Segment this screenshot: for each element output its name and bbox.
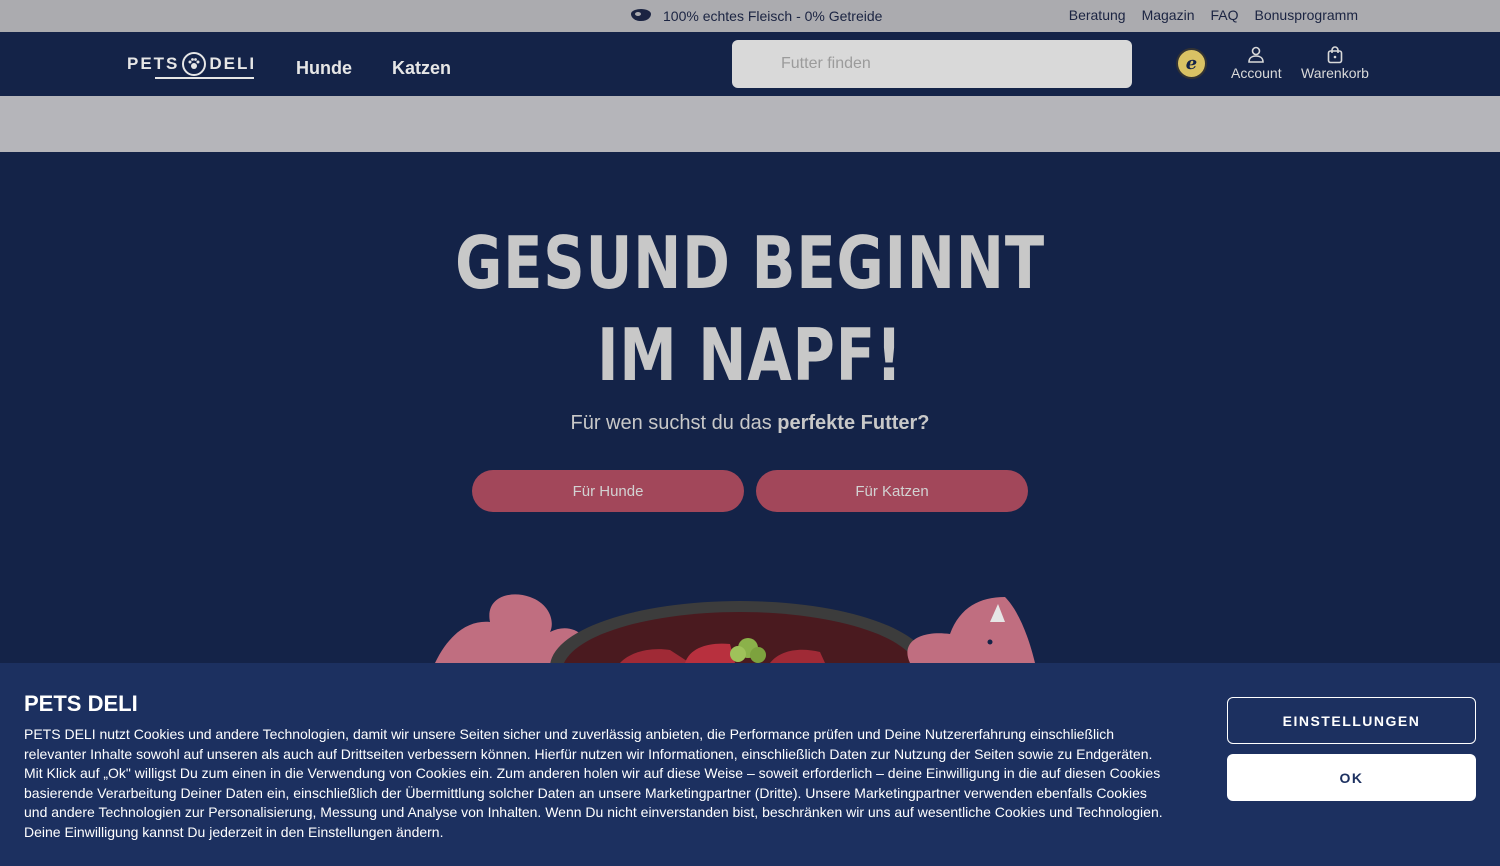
paw-icon — [182, 52, 207, 76]
hero-section: GESUND BEGINNT IM NAPF! Für wen suchst d… — [0, 152, 1500, 663]
subline-regular: Für wen suchst du das — [570, 412, 778, 434]
cookie-settings-button[interactable]: EINSTELLUNGEN — [1227, 697, 1476, 744]
main-nav: Hunde Katzen — [296, 58, 451, 79]
trust-badge-letter: e — [1185, 53, 1198, 74]
link-faq[interactable]: FAQ — [1210, 7, 1238, 23]
nav-hunde[interactable]: Hunde — [296, 58, 352, 79]
cookie-ok-button[interactable]: OK — [1227, 754, 1476, 801]
cart-button[interactable]: Warenkorb — [1301, 46, 1369, 81]
hero-subline: Für wen suchst du das perfekte Futter? — [0, 412, 1500, 435]
shopping-bag-icon — [1327, 46, 1343, 64]
subline-bold: perfekte Futter? — [777, 412, 930, 434]
promo-message: 100% echtes Fleisch - 0% Getreide — [628, 7, 882, 25]
announcement-bar: 100% echtes Fleisch - 0% Getreide Beratu… — [0, 0, 1500, 32]
hero-headline: GESUND BEGINNT IM NAPF! — [150, 217, 1350, 401]
user-icon — [1248, 46, 1265, 63]
food-bowl-illustration — [435, 594, 1035, 663]
nav-katzen[interactable]: Katzen — [392, 58, 451, 79]
promo-text: 100% echtes Fleisch - 0% Getreide — [663, 8, 883, 24]
link-magazin[interactable]: Magazin — [1142, 7, 1195, 23]
for-cats-button[interactable]: Für Katzen — [756, 470, 1028, 512]
account-label: Account — [1231, 65, 1282, 81]
cookie-title: PETS DELI — [24, 691, 138, 716]
logo-text-deli: DELI — [209, 54, 257, 73]
logo-underline — [155, 77, 255, 79]
search-input[interactable] — [732, 40, 1132, 88]
cart-label: Warenkorb — [1301, 65, 1369, 81]
headline-line-2: IM NAPF! — [597, 313, 903, 397]
top-links: Beratung Magazin FAQ Bonusprogramm — [1069, 7, 1358, 23]
cookie-banner: PETS DELI PETS DELI nutzt Cookies und an… — [0, 663, 1500, 866]
cookie-text: PETS DELI nutzt Cookies und andere Techn… — [24, 726, 1163, 840]
headline-line-1: GESUND BEGINNT — [455, 221, 1045, 305]
for-dogs-button[interactable]: Für Hunde — [472, 470, 744, 512]
main-header: PETS DELI Hunde Katzen e Account Warenko… — [0, 32, 1500, 96]
link-bonusprogramm[interactable]: Bonusprogramm — [1255, 7, 1359, 23]
steak-icon — [631, 9, 651, 21]
sub-header-band — [0, 96, 1500, 152]
pets-deli-logo[interactable]: PETS DELI — [127, 50, 257, 79]
link-beratung[interactable]: Beratung — [1069, 7, 1126, 23]
trusted-shops-badge-icon[interactable]: e — [1176, 48, 1207, 79]
account-button[interactable]: Account — [1231, 46, 1282, 81]
logo-text-pets: PETS — [127, 54, 180, 73]
